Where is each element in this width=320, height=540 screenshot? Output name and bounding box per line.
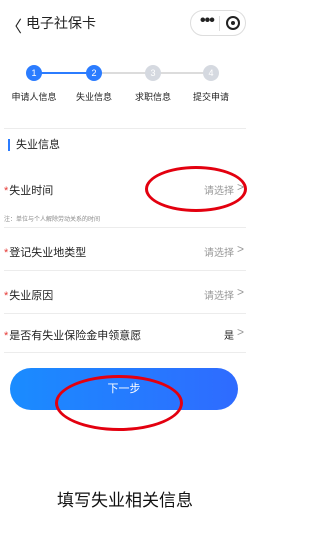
unemployment-time-label: *失业时间 (4, 185, 54, 197)
step-4-label: 提交申请 (192, 92, 229, 102)
step-4-circle: 4 (203, 65, 219, 81)
required-mark: * (4, 290, 9, 302)
row-divider (4, 352, 246, 353)
required-mark: * (4, 247, 9, 259)
step-connector-2-3 (102, 72, 146, 74)
registration-location-type-row[interactable]: *登记失业地类型 请选择 > (4, 236, 246, 266)
row-divider (4, 227, 246, 228)
chevron-right-icon: > (236, 180, 244, 194)
registration-location-type-value[interactable]: 请选择 (204, 244, 234, 259)
insurance-willingness-label: *是否有失业保险金申领意愿 (4, 330, 142, 342)
next-step-button[interactable]: 下一步 (10, 368, 238, 410)
required-mark: * (4, 330, 9, 342)
chevron-right-icon: > (236, 285, 244, 299)
unemployment-time-value[interactable]: 请选择 (204, 182, 234, 197)
mini-program-capsule: ••• (190, 10, 246, 36)
instruction-caption: 填写失业相关信息 (57, 491, 193, 510)
more-options-icon[interactable]: ••• (200, 12, 215, 30)
close-mini-program-icon[interactable] (226, 16, 240, 30)
insurance-willingness-value[interactable]: 是 (224, 327, 234, 342)
registration-location-type-label: *登记失业地类型 (4, 247, 87, 259)
page-title: 电子社保卡 (26, 15, 96, 31)
unemployment-time-row[interactable]: *失业时间 请选择 > (4, 174, 246, 204)
insurance-willingness-row[interactable]: *是否有失业保险金申领意愿 是 > (4, 319, 246, 349)
step-3-label: 求职信息 (134, 92, 171, 102)
unemployment-reason-label: *失业原因 (4, 290, 54, 302)
step-3-circle: 3 (145, 65, 161, 81)
required-mark: * (4, 185, 9, 197)
unemployment-time-note: 注：单位与个人解除劳动关系的时间 (4, 217, 101, 223)
row-divider (4, 270, 246, 271)
app-header: 〈 电子社保卡 ••• (0, 0, 250, 44)
back-arrow-icon[interactable]: 〈 (6, 13, 22, 37)
section-title: 失业信息 (8, 139, 60, 151)
row-divider (4, 313, 246, 314)
step-2-circle: 2 (86, 65, 102, 81)
chevron-right-icon: > (236, 242, 244, 256)
chevron-right-icon: > (236, 325, 244, 339)
section-top-divider (4, 128, 246, 129)
step-connector-3-4 (160, 72, 204, 74)
progress-stepper: 1 2 3 4 申请人信息 失业信息 求职信息 提交申请 (0, 56, 250, 116)
capsule-divider (219, 16, 220, 31)
step-1-label: 申请人信息 (11, 92, 57, 102)
unemployment-reason-row[interactable]: *失业原因 请选择 > (4, 279, 246, 309)
step-1-circle: 1 (26, 65, 42, 81)
step-2-label: 失业信息 (75, 92, 112, 102)
unemployment-reason-value[interactable]: 请选择 (204, 287, 234, 302)
